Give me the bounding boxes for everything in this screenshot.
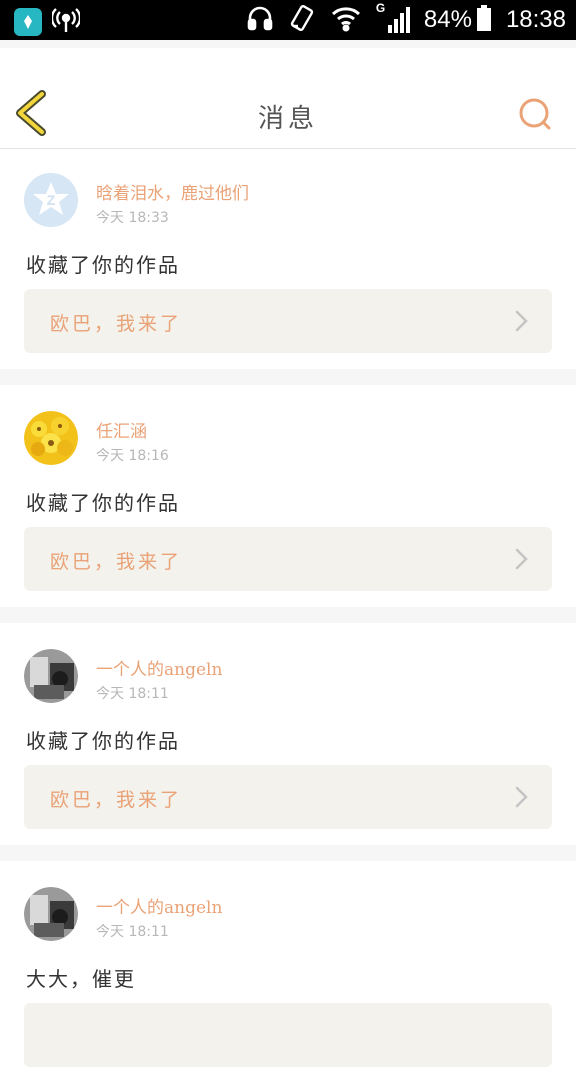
message-card[interactable]: 一个人的angeln 今天 18:11 大大，催更 — [0, 861, 576, 1067]
qq-default-avatar-icon: Z — [24, 173, 78, 227]
quote-text: 欧巴，我来了 — [50, 313, 183, 335]
sunflower-avatar-icon — [24, 411, 78, 465]
sender-name[interactable]: 晗着泪水，鹿过他们 — [96, 179, 249, 204]
avatar[interactable] — [24, 887, 78, 941]
monochrome-photo-avatar-icon — [24, 887, 78, 941]
message-text: 收藏了你的作品 — [26, 253, 180, 277]
message-time: 今天 18:16 — [96, 448, 169, 464]
avatar[interactable] — [24, 649, 78, 703]
work-quote[interactable] — [24, 1003, 552, 1067]
work-quote[interactable]: 欧巴，我来了 — [24, 527, 552, 591]
divider — [0, 369, 576, 385]
hotspot-icon — [50, 6, 82, 38]
search-icon — [519, 98, 551, 130]
work-quote[interactable]: 欧巴，我来了 — [24, 289, 552, 353]
quote-text: 欧巴，我来了 — [50, 789, 183, 811]
monochrome-photo-avatar-icon — [24, 649, 78, 703]
headphones-icon — [246, 4, 274, 36]
chevron-right-icon — [515, 310, 528, 332]
header-spacer — [0, 40, 576, 48]
battery-icon — [476, 4, 492, 36]
rotate-icon — [288, 4, 316, 36]
wifi-icon — [330, 4, 362, 36]
battery-level: 84% — [423, 6, 472, 33]
work-quote[interactable]: 欧巴，我来了 — [24, 765, 552, 829]
message-card[interactable]: 一个人的angeln 今天 18:11 收藏了你的作品 欧巴，我来了 — [0, 623, 576, 845]
message-card[interactable]: 任汇涵 今天 18:16 收藏了你的作品 欧巴，我来了 — [0, 385, 576, 607]
avatar[interactable]: Z — [24, 173, 78, 227]
message-list: Z 晗着泪水，鹿过他们 今天 18:33 收藏了你的作品 欧巴，我来了 任汇涵 … — [0, 149, 576, 1067]
message-text: 收藏了你的作品 — [26, 729, 180, 753]
message-time: 今天 18:11 — [96, 924, 169, 940]
divider — [0, 607, 576, 623]
status-bar: G 84% 18:38 — [0, 0, 576, 40]
app-icon — [14, 8, 42, 36]
sender-name[interactable]: 一个人的angeln — [96, 893, 222, 918]
message-time: 今天 18:33 — [96, 210, 169, 226]
search-button[interactable] — [516, 96, 554, 134]
chevron-right-icon — [515, 548, 528, 570]
divider — [0, 845, 576, 861]
avatar[interactable] — [24, 411, 78, 465]
message-text: 收藏了你的作品 — [26, 491, 180, 515]
quote-text: 欧巴，我来了 — [50, 551, 183, 573]
page-title: 消息 — [257, 104, 318, 134]
svg-text:Z: Z — [47, 192, 56, 208]
message-time: 今天 18:11 — [96, 686, 169, 702]
sender-name[interactable]: 一个人的angeln — [96, 655, 222, 680]
clock: 18:38 — [505, 6, 566, 33]
message-card[interactable]: Z 晗着泪水，鹿过他们 今天 18:33 收藏了你的作品 欧巴，我来了 — [0, 149, 576, 369]
sender-name[interactable]: 任汇涵 — [96, 417, 147, 442]
message-text: 大大，催更 — [26, 967, 136, 991]
chevron-right-icon — [515, 786, 528, 808]
signal-icon: G — [376, 1, 410, 35]
title-bar: 消息 — [0, 48, 576, 149]
